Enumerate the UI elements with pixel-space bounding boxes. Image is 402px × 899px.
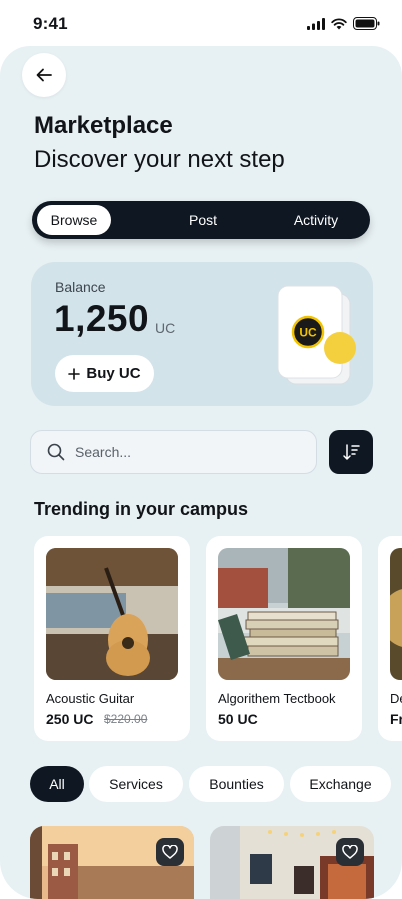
product-old-price: $220.00 (104, 712, 148, 726)
product-name: Acoustic Guitar (46, 691, 135, 706)
tab-browse[interactable]: Browse (37, 205, 111, 235)
product-image-guitar (46, 548, 178, 680)
product-image-textbook (218, 548, 350, 680)
product-name: Algorithem Tectbook (218, 691, 336, 706)
battery-icon (353, 17, 380, 30)
plus-icon (68, 367, 81, 380)
balance-amount: 1,250 (54, 298, 150, 339)
arrow-left-icon (36, 68, 52, 82)
balance-card: Balance 1,250 UC Buy UC UC (31, 262, 373, 406)
wallet-illustration: UC (274, 282, 364, 392)
search-bar[interactable] (30, 430, 317, 474)
segmented-tabs: Browse Post Activity (32, 201, 370, 239)
page-title: Marketplace (34, 112, 173, 139)
product-price: 50 UC (218, 711, 258, 727)
filter-chip-all[interactable]: All (30, 766, 84, 802)
product-price: 250 UC (46, 711, 94, 727)
heart-icon (342, 845, 358, 859)
search-icon (47, 443, 65, 461)
uc-coin-label: UC (299, 326, 317, 340)
trending-title: Trending in your campus (34, 499, 249, 519)
buy-uc-button[interactable]: Buy UC (55, 355, 154, 392)
marketplace-screen: Marketplace Discover your next step Brow… (0, 46, 402, 899)
filter-chip-exchange[interactable]: Exchange (290, 766, 391, 802)
listing-card[interactable] (30, 826, 194, 899)
listing-card[interactable] (210, 826, 374, 899)
product-card[interactable]: De Fr (378, 536, 402, 741)
wifi-icon (331, 17, 347, 29)
signal-icon (307, 17, 325, 30)
search-input[interactable] (75, 444, 275, 460)
filter-chip-bounties[interactable]: Bounties (189, 766, 284, 802)
filter-chip-services[interactable]: Services (89, 766, 183, 802)
balance-label: Balance (55, 279, 106, 295)
product-name: De (390, 691, 402, 706)
favorite-button[interactable] (336, 838, 364, 866)
sort-icon (343, 444, 360, 460)
sort-button[interactable] (329, 430, 373, 474)
tab-post[interactable]: Post (153, 205, 253, 235)
back-button[interactable] (22, 53, 66, 97)
page-subtitle: Discover your next step (34, 146, 285, 173)
heart-icon (162, 845, 178, 859)
status-time: 9:41 (33, 14, 68, 33)
status-icons (307, 17, 380, 30)
product-card[interactable]: Algorithem Tectbook 50 UC (206, 536, 362, 741)
product-card[interactable]: Acoustic Guitar 250 UC $220.00 (34, 536, 190, 741)
product-image (390, 548, 402, 680)
favorite-button[interactable] (156, 838, 184, 866)
buy-uc-label: Buy UC (86, 365, 141, 382)
tab-activity[interactable]: Activity (281, 205, 351, 235)
product-price: Fr (390, 711, 402, 727)
status-bar: 9:41 (0, 0, 402, 48)
balance-unit: UC (155, 320, 176, 336)
